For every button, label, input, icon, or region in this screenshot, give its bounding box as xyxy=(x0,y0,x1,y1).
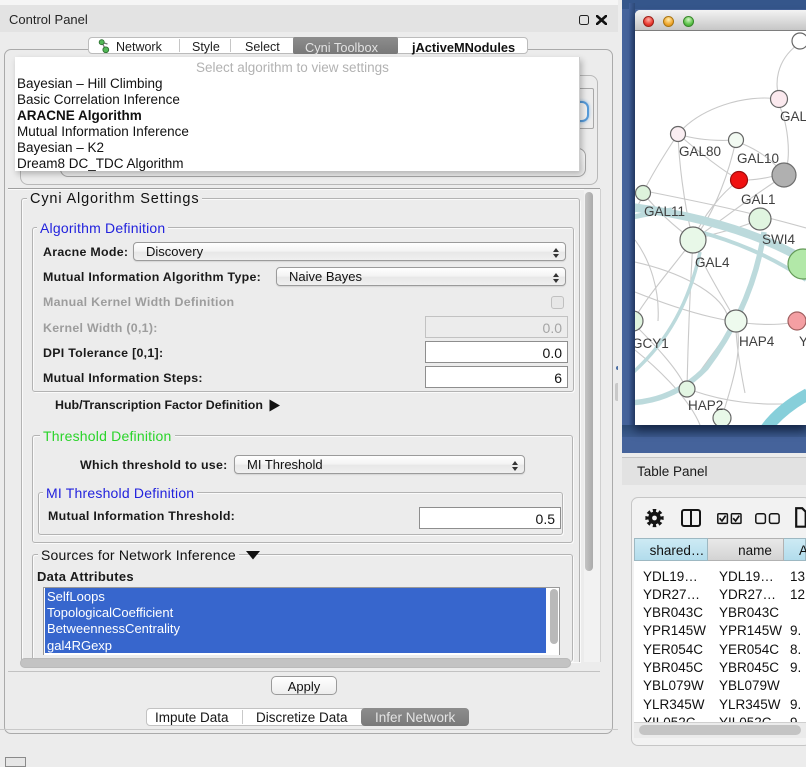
svg-text:GAL10: GAL10 xyxy=(737,151,779,166)
svg-text:Y: Y xyxy=(799,334,806,349)
svg-text:GAL4: GAL4 xyxy=(695,255,730,270)
svg-text:GAL11: GAL11 xyxy=(644,204,685,219)
svg-text:SWI4: SWI4 xyxy=(762,232,795,247)
svg-text:GAL1: GAL1 xyxy=(741,192,776,207)
svg-text:GAL: GAL xyxy=(780,109,806,124)
svg-text:HAP4: HAP4 xyxy=(739,334,775,349)
svg-text:GCY1: GCY1 xyxy=(635,336,669,351)
svg-text:HAP2: HAP2 xyxy=(688,398,723,413)
svg-text:GAL80: GAL80 xyxy=(679,144,721,159)
